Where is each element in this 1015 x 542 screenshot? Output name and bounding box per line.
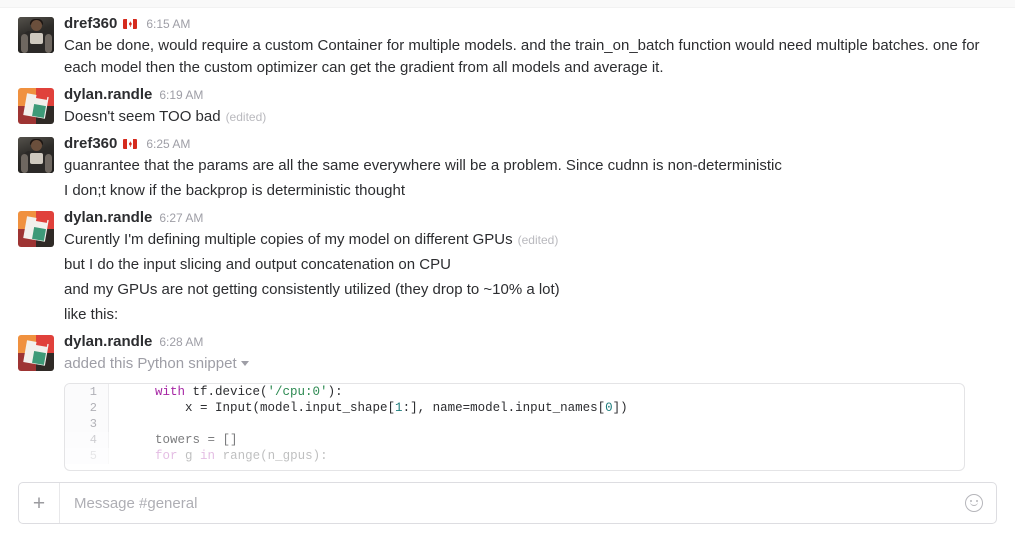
message-timestamp[interactable]: 6:27 AM: [159, 208, 203, 228]
avatar-cell: [18, 14, 54, 53]
code-snippet-card[interactable]: 1 with tf.device('/cpu:0'): 2 x = Input(m…: [64, 383, 965, 471]
canada-flag-icon: [123, 139, 138, 149]
message-group: dylan.randle 6:27 AM Curently I'm defining…: [0, 202, 1015, 326]
code-line-content: towers = []: [125, 433, 238, 447]
message-text: guanrantee that the params are all the s…: [64, 157, 782, 174]
message-timestamp[interactable]: 6:15 AM: [146, 14, 190, 34]
message-body: dref360 6:25 AM guanrantee that the params…: [64, 134, 995, 202]
slack-channel-view: dref360 6:15 AM Can be done, would require…: [0, 0, 1015, 542]
message-author[interactable]: dylan.randle: [64, 332, 152, 352]
message-input[interactable]: [60, 483, 952, 523]
message-body: dref360 6:15 AM Can be done, would require…: [64, 14, 995, 79]
code-line-content: for g in range(n_gpus):: [155, 449, 328, 463]
message-text: I don;t know if the backprop is determin…: [64, 182, 406, 199]
code-line: 3: [65, 416, 964, 432]
code-line-content: with tf.device('/cpu:0'):: [155, 385, 343, 399]
canada-flag-icon: [123, 19, 138, 29]
message-group: dref360 6:15 AM Can be done, would require…: [0, 8, 1015, 79]
attach-plus-icon[interactable]: +: [19, 483, 60, 523]
code-line: 5 for g in range(n_gpus):: [65, 448, 964, 464]
message-timestamp[interactable]: 6:28 AM: [159, 332, 203, 352]
message-text: Can be done, would require a custom Cont…: [64, 37, 980, 76]
code-line-content: x = Input(model.input_shape[1:], name=mo…: [125, 401, 628, 415]
code-line-number: 5: [65, 448, 109, 464]
message-body: dylan.randle 6:19 AM Doesn't seem TOO bad(…: [64, 85, 995, 128]
code-line: 2 x = Input(model.input_shape[1:], name=…: [65, 400, 964, 416]
message-timestamp[interactable]: 6:25 AM: [146, 134, 190, 154]
message-text: like this:: [64, 306, 119, 323]
composer-box[interactable]: +: [18, 482, 997, 524]
edited-badge: (edited): [517, 233, 559, 247]
avatar-cell: [18, 208, 54, 247]
message-group: dylan.randle 6:19 AM Doesn't seem TOO bad(…: [0, 79, 1015, 128]
avatar[interactable]: [18, 17, 54, 53]
smiley-face-icon: [965, 494, 983, 512]
message-header: dylan.randle 6:27 AM: [64, 208, 985, 228]
code-line: 4 towers = []: [65, 432, 964, 448]
message-body: dylan.randle 6:27 AM Curently I'm defining…: [64, 208, 995, 326]
emoji-picker-button[interactable]: [952, 483, 996, 523]
edited-badge: (edited): [225, 110, 267, 124]
chevron-down-icon[interactable]: [240, 360, 249, 366]
message-header: dref360 6:15 AM: [64, 14, 985, 34]
message-author[interactable]: dref360: [64, 14, 117, 34]
code-line-number: 3: [65, 416, 109, 432]
message-author[interactable]: dref360: [64, 134, 117, 154]
message-text: Curently I'm defining multiple copies of…: [64, 231, 559, 248]
message-author[interactable]: dylan.randle: [64, 208, 152, 228]
avatar-cell: [18, 85, 54, 124]
code-line-number: 1: [65, 384, 109, 400]
code-line: 1 with tf.device('/cpu:0'):: [65, 384, 964, 400]
avatar-cell: [18, 332, 54, 371]
code-line-number: 2: [65, 400, 109, 416]
message-body: dylan.randle 6:28 AM added this Python sni…: [64, 332, 995, 471]
avatar[interactable]: [18, 88, 54, 124]
message-author[interactable]: dylan.randle: [64, 85, 152, 105]
message-text: and my GPUs are not getting consistently…: [64, 281, 560, 298]
message-header: dref360 6:25 AM: [64, 134, 985, 154]
avatar-cell: [18, 134, 54, 173]
avatar[interactable]: [18, 335, 54, 371]
code-line-number: 4: [65, 432, 109, 448]
message-text: Doesn't seem TOO bad (edited): [64, 108, 267, 125]
message-composer: +: [18, 482, 997, 524]
snippet-message-group: dylan.randle 6:28 AM added this Python sni…: [0, 326, 1015, 471]
message-header: dylan.randle 6:19 AM: [64, 85, 985, 105]
code-lines: 1 with tf.device('/cpu:0'): 2 x = Input(m…: [65, 384, 964, 464]
message-list: dref360 6:15 AM Can be done, would require…: [0, 8, 1015, 471]
avatar[interactable]: [18, 211, 54, 247]
snippet-meta-label[interactable]: added this Python snippet: [64, 353, 985, 375]
message-group: dref360 6:25 AM guanrantee that the params…: [0, 128, 1015, 202]
message-text: but I do the input slicing and output co…: [64, 256, 451, 273]
message-timestamp[interactable]: 6:19 AM: [159, 85, 203, 105]
previous-message-strip: [0, 0, 1015, 8]
avatar[interactable]: [18, 137, 54, 173]
message-header: dylan.randle 6:28 AM: [64, 332, 985, 352]
